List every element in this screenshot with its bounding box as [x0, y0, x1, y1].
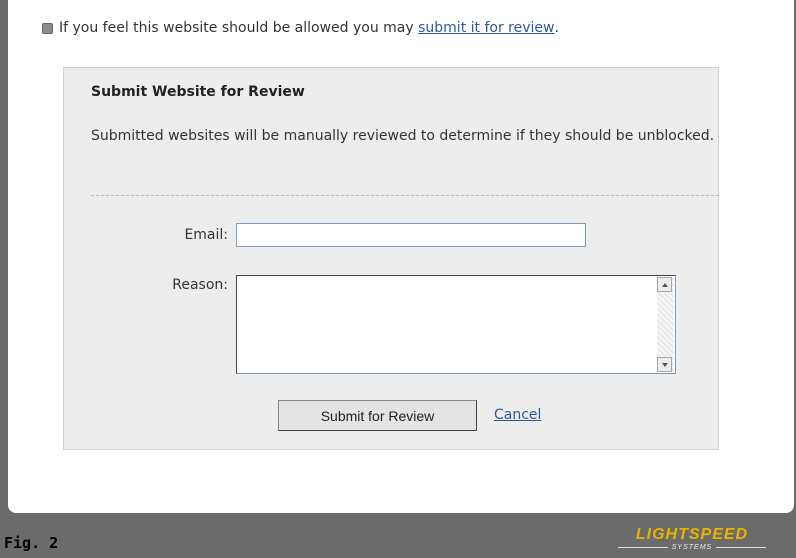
bullet-icon: [42, 22, 53, 34]
reason-label: Reason:: [172, 277, 228, 293]
cancel-link[interactable]: Cancel: [494, 407, 541, 423]
logo-subtitle: SYSTEMS: [671, 543, 713, 551]
lightspeed-logo: LIGHTSPEED SYSTEMS: [596, 526, 788, 554]
submit-review-panel: Submit Website for Review Submitted webs…: [63, 67, 719, 450]
email-label: Email:: [184, 227, 228, 243]
email-field[interactable]: [236, 223, 586, 247]
panel-title: Submit Website for Review: [91, 84, 305, 100]
submit-for-review-link[interactable]: submit it for review: [418, 20, 554, 36]
logo-subline: SYSTEMS: [596, 542, 788, 552]
logo-rule-right: [716, 546, 767, 548]
content-card: If you feel this website should be allow…: [8, 0, 794, 513]
reason-scrollbar[interactable]: [657, 277, 674, 372]
notice-text: If you feel this website should be allow…: [59, 20, 414, 36]
notice-suffix: .: [554, 20, 559, 36]
submit-for-review-button[interactable]: Submit for Review: [278, 400, 477, 431]
logo-rule-left: [617, 546, 668, 548]
dashed-divider: [91, 195, 719, 196]
arrow-down-icon: [661, 362, 668, 367]
reason-textarea[interactable]: [236, 275, 676, 374]
scroll-down-button[interactable]: [657, 357, 672, 372]
panel-description: Submitted websites will be manually revi…: [91, 128, 715, 144]
scroll-up-button[interactable]: [657, 277, 672, 292]
figure-caption: Fig. 2: [4, 534, 59, 552]
arrow-up-icon: [661, 282, 668, 287]
review-notice: If you feel this website should be allow…: [42, 20, 559, 36]
